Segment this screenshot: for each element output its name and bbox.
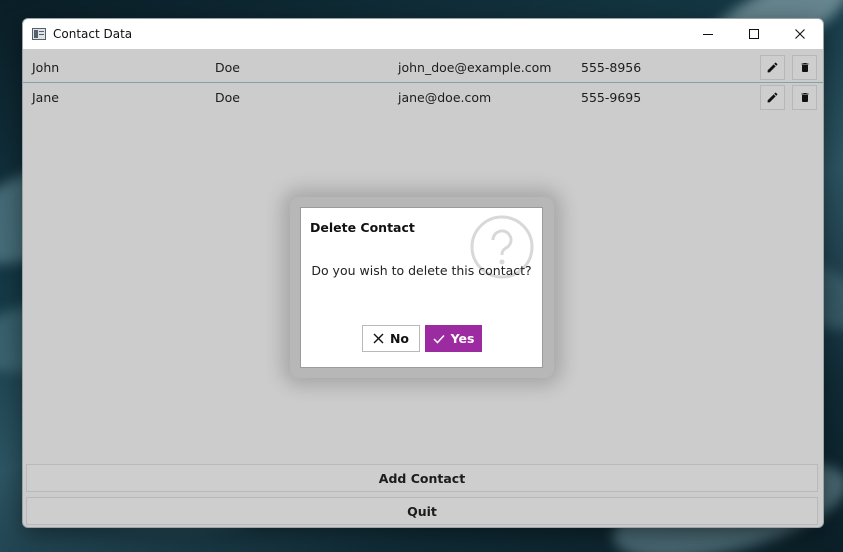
delete-contact-button[interactable] — [792, 55, 817, 80]
last-name-cell: Doe — [215, 90, 240, 105]
delete-contact-dialog: Delete Contact Do you wish to delete thi… — [300, 207, 543, 368]
phone-cell: 555-8956 — [581, 60, 642, 75]
close-icon — [795, 29, 805, 39]
quit-button[interactable]: Quit — [26, 497, 818, 525]
no-button-label: No — [389, 331, 410, 346]
yes-button[interactable]: Yes — [425, 325, 482, 352]
delete-contact-button[interactable] — [792, 85, 817, 110]
edit-contact-button[interactable] — [760, 85, 785, 110]
add-contact-button[interactable]: Add Contact — [26, 464, 818, 492]
no-button[interactable]: No — [362, 325, 420, 352]
contact-row[interactable]: Jane Doe jane@doe.com 555-9695 — [23, 83, 823, 112]
title-bar[interactable]: Contact Data — [23, 19, 823, 49]
phone-cell: 555-9695 — [581, 90, 642, 105]
x-icon — [373, 333, 384, 344]
first-name-cell: John — [32, 60, 60, 75]
close-button[interactable] — [777, 19, 823, 49]
minimize-button[interactable] — [685, 19, 731, 49]
check-icon — [433, 334, 445, 344]
email-cell: john_doe@example.com — [398, 60, 552, 75]
dialog-title: Delete Contact — [310, 220, 415, 235]
app-icon — [32, 28, 46, 40]
trash-icon — [801, 63, 808, 72]
trash-icon — [801, 93, 808, 102]
pencil-icon — [767, 92, 778, 103]
window-controls — [685, 19, 823, 49]
maximize-button[interactable] — [731, 19, 777, 49]
pencil-icon — [767, 62, 778, 73]
maximize-icon — [749, 29, 759, 39]
edit-contact-button[interactable] — [760, 55, 785, 80]
dialog-message: Do you wish to delete this contact? — [311, 263, 532, 278]
email-cell: jane@doe.com — [398, 90, 492, 105]
window-title: Contact Data — [53, 27, 133, 41]
first-name-cell: Jane — [32, 90, 59, 105]
contact-row[interactable]: John Doe john_doe@example.com 555-8956 — [23, 53, 823, 83]
last-name-cell: Doe — [215, 60, 240, 75]
minimize-icon — [703, 34, 713, 35]
yes-button-label: Yes — [450, 331, 475, 346]
